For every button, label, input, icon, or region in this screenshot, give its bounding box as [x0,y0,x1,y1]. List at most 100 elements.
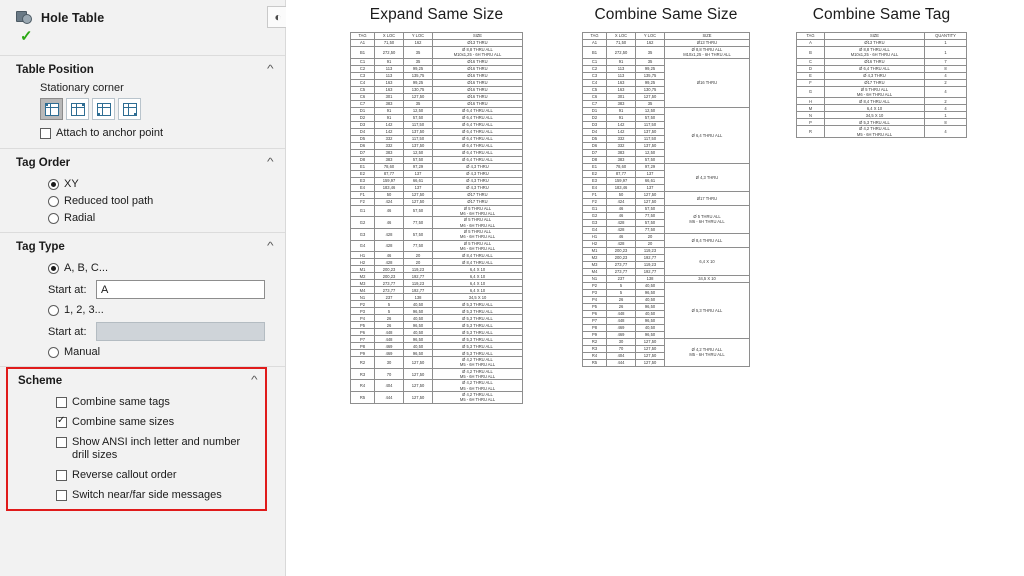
section-header-tag-type[interactable]: Tag Type ^ [0,233,285,257]
reverse-callout-order-checkbox[interactable] [56,470,67,481]
attach-to-anchor-point-checkbox[interactable] [40,128,51,139]
table-cell: 71,50 [606,39,636,47]
tag-type-option-alpha[interactable]: A, B, C... [0,257,285,274]
table-row: D1 91 12,50 Ø 6,4 THRU ALL [582,106,750,164]
confirm-row: ✓ [0,25,285,44]
corner-top-left-button[interactable] [40,98,63,120]
combine-same-sizes-checkbox[interactable] [56,415,67,428]
table-cell: D7 [582,148,607,157]
table-cell: 469 [374,342,404,351]
tag-type-option-manual[interactable]: Manual [0,341,285,358]
table-cell: 12,50 [403,106,433,115]
section-header-scheme[interactable]: Scheme ^ [8,369,265,389]
hole-table-property-panel: Hole Table ◐ ✓ Table Position ^ Stationa… [0,0,289,576]
attach-to-anchor-point-row[interactable]: Attach to anchor point [0,120,285,140]
table-cell: 2 [924,78,967,87]
table-cell: F [796,78,825,87]
table-cell: 237 [374,293,404,302]
chevron-up-icon[interactable]: ^ [267,65,274,75]
table-cell: 96,50 [635,302,665,311]
table-row: C7 383 35 Ø16 THRU [350,99,523,108]
radio-numeric[interactable] [48,304,59,316]
table-cell: 4 [924,104,967,113]
table-cell: G1 [582,204,607,213]
table-cell: Ø13 THRU [824,39,925,47]
radio-reduced-tool-path[interactable] [48,195,59,207]
table-cell: 117,50 [403,134,433,143]
table-cell: P4 [350,314,375,323]
tag-order-option-reduced-tool-path[interactable]: Reduced tool path [0,190,285,207]
table-cell: 127,50 [635,351,665,360]
table-cell: Ø16 THRU [824,57,925,66]
scheme-switch-near-far-side-row[interactable]: Switch near/far side messages [8,482,265,502]
chevron-up-icon[interactable]: ^ [267,242,274,252]
corner-bottom-left-button[interactable] [92,98,115,120]
table-cell: C [796,57,825,66]
table-cell: C6 [582,92,607,101]
combine-same-tags-checkbox[interactable] [56,397,67,408]
table-cell: E4 [582,183,607,192]
table-cell-size-group: Ø16 THRU [664,57,750,108]
section-title: Tag Order [16,157,71,169]
table-cell: 91 [606,113,636,122]
radio-xy-label: XY [64,178,79,190]
show-ansi-drill-sizes-checkbox[interactable] [56,437,67,448]
chevron-up-icon[interactable]: ^ [251,376,258,386]
table-row: C5 163 130,75 Ø16 THRU [350,85,523,94]
radio-alpha-label: A, B, C... [64,262,109,274]
table-cell: 77,50 [635,211,665,220]
table-cell: Ø 5,3 THRU ALL [432,314,523,323]
table-cell: P9 [350,349,375,358]
switch-near-far-side-checkbox[interactable] [56,490,67,501]
radio-xy[interactable] [48,178,59,190]
accept-check-icon[interactable]: ✓ [20,28,33,45]
table-cell: D2 [582,113,607,122]
table-cell: 163 [606,85,636,94]
table-cell: 142 [374,120,404,129]
tag-order-option-radial[interactable]: Radial [0,207,285,224]
section-header-table-position[interactable]: Table Position ^ [0,56,285,80]
table-cell: M3 [350,279,375,288]
tag-type-option-numeric[interactable]: 1, 2, 3... [0,299,285,316]
table-cell: P8 [582,323,607,332]
table-cell: 448 [606,309,636,318]
table-body: A1 71,50 162 Ø13 THRU B1 272,50 35 Ø 8,8 THRU A… [350,39,523,404]
table-cell: P6 [582,309,607,318]
table-cell: 57,50 [403,155,433,164]
table-cell: G4 [582,225,607,234]
table-cell: G4 [350,239,375,253]
chevron-up-icon[interactable]: ^ [267,158,274,168]
table-cell: 117,50 [403,120,433,129]
table-cell: P3 [350,307,375,316]
scheme-show-ansi-drill-sizes-row[interactable]: Show ANSI inch letter and number drill s… [8,429,265,462]
table-cell: Ø 4,3 THRU [432,162,523,171]
scheme-combine-same-sizes-row[interactable]: Combine same sizes [8,409,265,429]
table-cell: 200,23 [374,272,404,281]
alpha-start-at-label: Start at: [48,283,87,296]
section-header-tag-order[interactable]: Tag Order ^ [0,149,285,173]
table-cell: C5 [582,85,607,94]
corner-top-right-button[interactable] [66,98,89,120]
table-cell: Ø 5,3 THRU ALL [432,349,523,358]
table-row: E1 78,60 97,29 Ø 4,3 THRU [582,162,750,192]
corner-bottom-right-button[interactable] [118,98,141,120]
radio-alpha[interactable] [48,262,59,274]
tag-order-option-xy[interactable]: XY [0,173,285,190]
section-title: Table Position [16,64,94,76]
table-cell: 113 [606,71,636,80]
table-cell: Ø 6,4 THRU ALL [432,148,523,157]
radio-radial[interactable] [48,212,59,224]
radio-manual[interactable] [48,346,59,358]
table-cell: 97,29 [403,162,433,171]
table-row: P9 469 96,50 Ø 5,3 THRU ALL [350,349,523,358]
table-cell: 127,50 [635,92,665,101]
scheme-reverse-callout-order-row[interactable]: Reverse callout order [8,462,265,482]
table-cell: 5 [374,300,404,309]
scheme-combine-same-tags-row[interactable]: Combine same tags [8,389,265,409]
table-cell: C6 [350,92,375,101]
table-cell: 20 [635,239,665,248]
table-cell: Ø 4,2 THRU ALL M5 - 6H THRU ALL [824,125,925,138]
table-cell: 91 [374,57,404,66]
combine-same-tags-label: Combine same tags [72,396,170,408]
alpha-start-at-input[interactable] [96,280,265,299]
